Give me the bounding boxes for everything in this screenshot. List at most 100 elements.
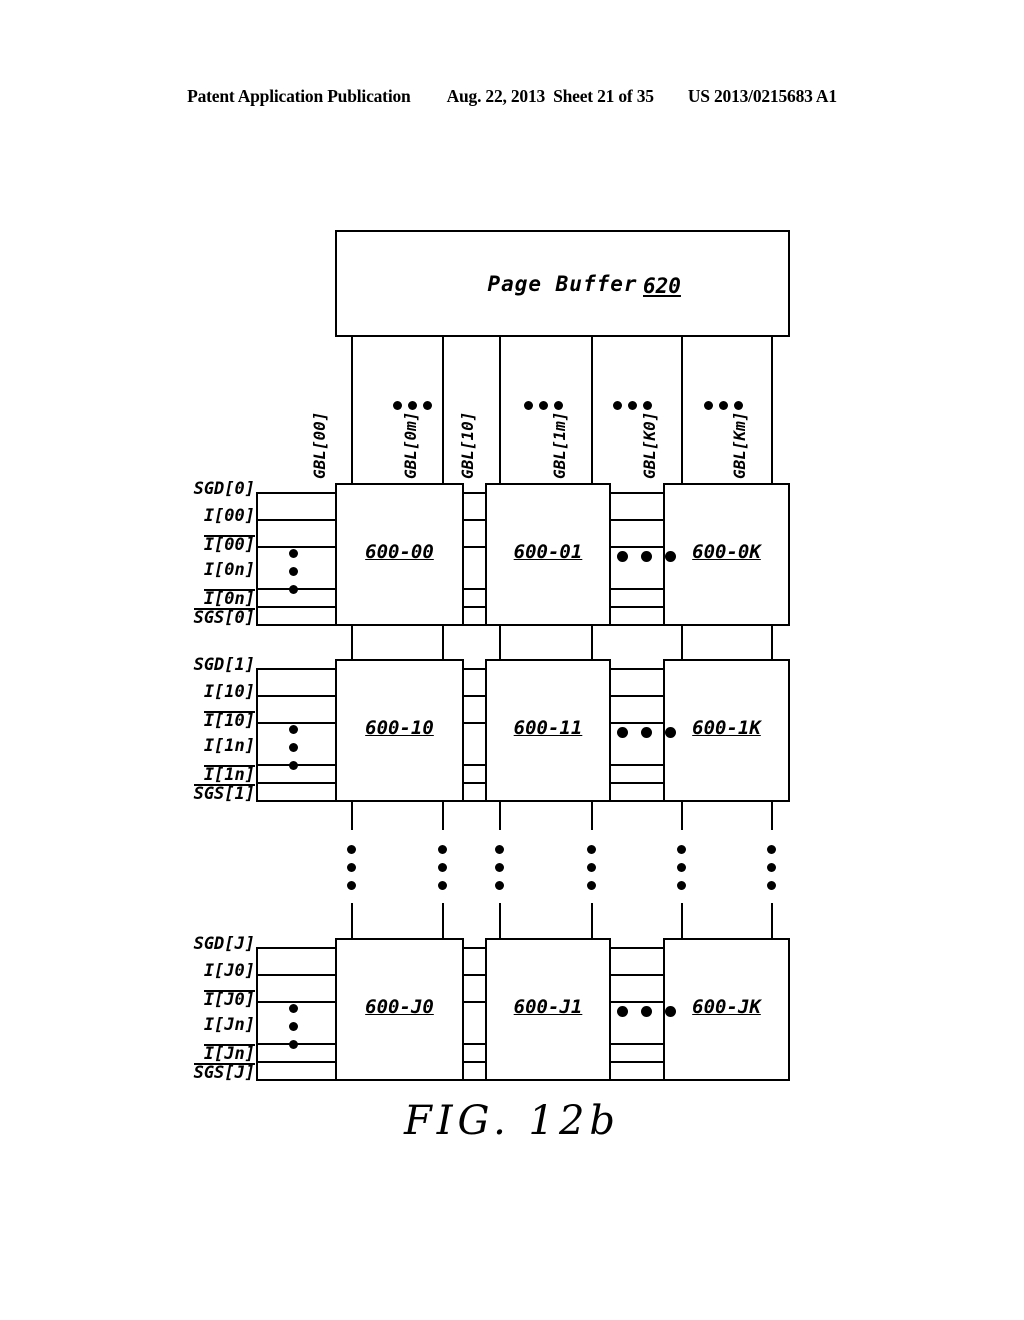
signal-text: I[0n] bbox=[203, 560, 255, 580]
memory-block-600-00: 600-00 bbox=[335, 483, 464, 626]
connector-band-row2-c2 bbox=[499, 903, 501, 939]
memory-block-label: 600-01 bbox=[513, 541, 583, 563]
memory-block-label: 600-1K bbox=[692, 717, 761, 739]
bitline-ellipsis-1 bbox=[393, 401, 438, 410]
signal-ellipsis-rowJ bbox=[289, 1004, 298, 1049]
column-ellipsis-c4 bbox=[677, 845, 686, 890]
connector-row0-row1-c4 bbox=[681, 626, 683, 660]
connector-row1-band-c4 bbox=[681, 802, 683, 830]
signal-text: I[10] bbox=[203, 682, 255, 702]
signal-label-row1-0: SGD[1] bbox=[150, 657, 255, 674]
bitline-label-gbl-K0: GBL[K0] bbox=[640, 411, 659, 479]
patent-page: Patent Application Publication Aug. 22, … bbox=[0, 0, 1024, 1320]
block-ellipsis-rowJ bbox=[617, 1006, 676, 1017]
bitline-ellipsis-4 bbox=[704, 401, 749, 410]
signal-label-row1-4: I[1n] bbox=[150, 765, 255, 784]
page-buffer-block: Page Buffer 620 bbox=[335, 230, 790, 337]
signal-label-rowJ-5: SGS[J] bbox=[150, 1063, 255, 1082]
page-buffer-title: Page Buffer bbox=[487, 271, 638, 296]
bitline-gbl-Km bbox=[771, 337, 773, 483]
signal-text-overlined: SGS[1] bbox=[193, 784, 255, 804]
connector-row1-band-c3 bbox=[591, 802, 593, 830]
connector-row0-row1-c5 bbox=[771, 626, 773, 660]
signal-text-overlined: I[Jn] bbox=[203, 1044, 255, 1064]
memory-block-600-J0: 600-J0 bbox=[335, 938, 464, 1081]
signal-label-row0-1: I[00] bbox=[150, 508, 255, 525]
column-ellipsis-c2 bbox=[495, 845, 504, 890]
signal-text-overlined: I[0n] bbox=[203, 589, 255, 609]
signal-text: SGD[J] bbox=[193, 934, 255, 954]
signal-text-overlined: I[J0] bbox=[203, 990, 255, 1010]
signal-bus-row1 bbox=[256, 668, 258, 802]
connector-band-row2-c5 bbox=[771, 903, 773, 939]
signal-text: I[1n] bbox=[203, 736, 255, 756]
memory-block-label: 600-J1 bbox=[513, 996, 583, 1018]
memory-block-label: 600-0K bbox=[692, 541, 761, 563]
signal-label-row0-3: I[0n] bbox=[150, 562, 255, 579]
connector-row1-band-c1 bbox=[442, 802, 444, 830]
block-ellipsis-row1 bbox=[617, 727, 676, 738]
memory-block-label: 600-00 bbox=[365, 541, 434, 563]
signal-label-row1-1: I[10] bbox=[150, 684, 255, 701]
connector-band-row2-c0 bbox=[351, 903, 353, 939]
bitline-label-gbl-Km: GBL[Km] bbox=[730, 411, 749, 479]
bitline-ellipsis-2 bbox=[524, 401, 569, 410]
memory-block-600-0K: 600-0K bbox=[663, 483, 790, 626]
connector-row1-band-c2 bbox=[499, 802, 501, 830]
page-buffer-inner: Page Buffer bbox=[337, 232, 788, 335]
signal-text: I[J0] bbox=[203, 961, 255, 981]
bitline-gbl-1m bbox=[591, 337, 593, 483]
signal-text: I[00] bbox=[203, 506, 255, 526]
bitline-gbl-00 bbox=[351, 337, 353, 483]
signal-text-overlined: I[1n] bbox=[203, 765, 255, 785]
connector-row0-row1-c1 bbox=[442, 626, 444, 660]
bitline-label-gbl-00: GBL[00] bbox=[310, 411, 329, 479]
bitline-gbl-10 bbox=[499, 337, 501, 483]
memory-block-label: 600-10 bbox=[365, 717, 434, 739]
column-ellipsis-c5 bbox=[767, 845, 776, 890]
signal-bus-rowJ bbox=[256, 947, 258, 1081]
signal-label-rowJ-3: I[Jn] bbox=[150, 1017, 255, 1034]
signal-label-row0-4: I[0n] bbox=[150, 589, 255, 608]
bitline-ellipsis-3 bbox=[613, 401, 658, 410]
connector-row0-row1-c0 bbox=[351, 626, 353, 660]
figure-caption: FIG. 12b bbox=[403, 1098, 620, 1144]
connector-row0-row1-c2 bbox=[499, 626, 501, 660]
memory-block-label: 600-JK bbox=[692, 996, 761, 1018]
page-buffer-reference: 620 bbox=[643, 274, 681, 298]
signal-label-row1-3: I[1n] bbox=[150, 738, 255, 755]
signal-bus-row0 bbox=[256, 492, 258, 626]
column-ellipsis-c1 bbox=[438, 845, 447, 890]
signal-text-overlined: I[00] bbox=[203, 535, 255, 555]
bitline-label-gbl-1m: GBL[1m] bbox=[550, 411, 569, 479]
signal-label-row1-2: I[10] bbox=[150, 711, 255, 730]
figure-12b: Page Buffer 620 GBL[00] GBL[0m] GBL[10] … bbox=[0, 0, 1024, 1320]
memory-block-600-J1: 600-J1 bbox=[485, 938, 611, 1081]
memory-block-600-11: 600-11 bbox=[485, 659, 611, 802]
connector-row0-row1-c3 bbox=[591, 626, 593, 660]
bitline-gbl-K0 bbox=[681, 337, 683, 483]
connector-band-row2-c1 bbox=[442, 903, 444, 939]
connector-row1-band-c5 bbox=[771, 802, 773, 830]
signal-ellipsis-row1 bbox=[289, 725, 298, 770]
bitline-gbl-0m bbox=[442, 337, 444, 483]
memory-block-600-JK: 600-JK bbox=[663, 938, 790, 1081]
signal-label-row0-2: I[00] bbox=[150, 535, 255, 554]
signal-text: SGD[0] bbox=[193, 479, 255, 499]
signal-label-row1-5: SGS[1] bbox=[150, 784, 255, 803]
signal-label-rowJ-1: I[J0] bbox=[150, 963, 255, 980]
signal-label-rowJ-4: I[Jn] bbox=[150, 1044, 255, 1063]
bitline-label-gbl-0m: GBL[0m] bbox=[401, 411, 420, 479]
signal-label-row0-0: SGD[0] bbox=[150, 481, 255, 498]
signal-label-row0-5: SGS[0] bbox=[150, 608, 255, 627]
connector-band-row2-c4 bbox=[681, 903, 683, 939]
memory-block-600-10: 600-10 bbox=[335, 659, 464, 802]
memory-block-600-01: 600-01 bbox=[485, 483, 611, 626]
signal-text-overlined: I[10] bbox=[203, 711, 255, 731]
signal-text-overlined: SGS[J] bbox=[193, 1063, 255, 1083]
block-ellipsis-row0 bbox=[617, 551, 676, 562]
connector-row1-band-c0 bbox=[351, 802, 353, 830]
column-ellipsis-c3 bbox=[587, 845, 596, 890]
memory-block-label: 600-11 bbox=[513, 717, 583, 739]
signal-text: I[Jn] bbox=[203, 1015, 255, 1035]
